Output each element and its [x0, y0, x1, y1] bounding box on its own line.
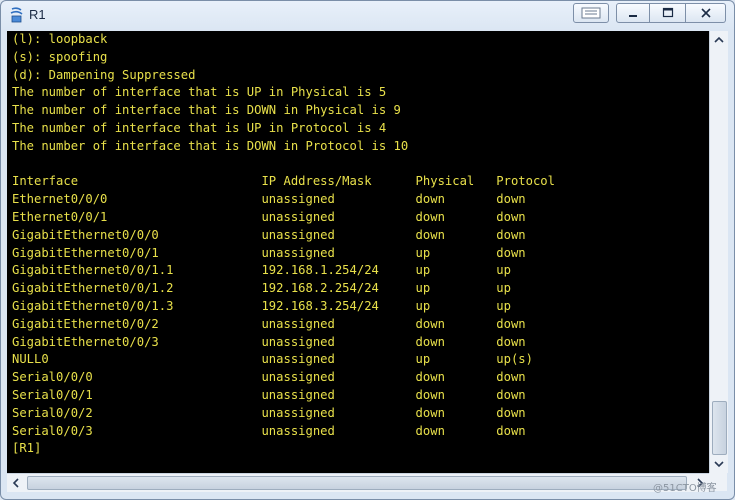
terminal-output[interactable]: (l): loopback (s): spoofing (d): Dampening… [7, 31, 709, 473]
terminal-line: (l): loopback [12, 32, 108, 46]
chevron-left-icon [12, 478, 19, 488]
menu-icon [581, 7, 601, 19]
terminal-line: GigabitEthernet0/0/0 unassigned down dow… [12, 227, 526, 242]
terminal-line: The number of interface that is DOWN in … [12, 138, 409, 153]
vertical-scroll-thumb[interactable] [712, 401, 727, 455]
vertical-scrollbar[interactable] [709, 31, 728, 473]
terminal-line: GigabitEthernet0/0/1.2 192.168.2.254/24 … [12, 281, 511, 296]
terminal-line: (d): Dampening Suppressed [12, 67, 196, 82]
window-extra-button[interactable] [573, 3, 609, 23]
terminal-line: Ethernet0/0/1 unassigned down down [12, 209, 526, 224]
terminal-line: GigabitEthernet0/0/3 unassigned down dow… [12, 334, 526, 349]
close-icon [700, 8, 711, 18]
terminal-line: (s): spoofing [12, 49, 108, 64]
terminal-line: GigabitEthernet0/0/1.1 192.168.1.254/24 … [12, 263, 511, 278]
horizontal-scroll-thumb[interactable] [27, 476, 687, 490]
maximize-icon [662, 7, 673, 18]
terminal-line: The number of interface that is DOWN in … [12, 103, 401, 118]
minimize-icon [629, 15, 637, 17]
terminal-line: The number of interface that is UP in Pr… [12, 120, 387, 135]
terminal-line: Serial0/0/3 unassigned down down [12, 423, 526, 438]
terminal-line: Serial0/0/0 unassigned down down [12, 370, 526, 385]
terminal-line: The number of interface that is UP in Ph… [12, 85, 387, 100]
watermark: @51CTO博客 [653, 483, 717, 494]
terminal-line: [R1] [12, 441, 42, 456]
horizontal-scrollbar[interactable] [7, 473, 709, 492]
minimize-button[interactable] [616, 3, 650, 23]
terminal-line: Ethernet0/0/0 unassigned down down [12, 192, 526, 207]
terminal-line: GigabitEthernet0/0/1.3 192.168.3.254/24 … [12, 298, 511, 313]
scroll-left-button[interactable] [7, 474, 25, 492]
terminal-line: Serial0/0/2 unassigned down down [12, 405, 526, 420]
terminal-line: NULL0 unassigned up up(s) [12, 352, 533, 367]
scroll-down-button[interactable] [710, 455, 728, 473]
window-title: R1 [29, 7, 46, 22]
terminal-line: Interface IP Address/Mask Physical Proto… [12, 174, 555, 189]
terminal-line: Serial0/0/1 unassigned down down [12, 387, 526, 402]
router-app-icon [9, 7, 25, 23]
close-button[interactable] [686, 3, 726, 23]
title-bar[interactable]: R1 [1, 1, 734, 29]
maximize-button[interactable] [650, 3, 686, 23]
chevron-down-icon [714, 461, 724, 468]
terminal-window: R1 (l): loopback (s): spoofing (d): Damp… [0, 0, 735, 500]
scroll-up-button[interactable] [710, 31, 728, 49]
terminal-line: GigabitEthernet0/0/1 unassigned up down [12, 245, 526, 260]
terminal-line: GigabitEthernet0/0/2 unassigned down dow… [12, 316, 526, 331]
chevron-up-icon [714, 36, 724, 43]
terminal-text: (l): loopback (s): spoofing (d): Dampening… [12, 31, 555, 458]
